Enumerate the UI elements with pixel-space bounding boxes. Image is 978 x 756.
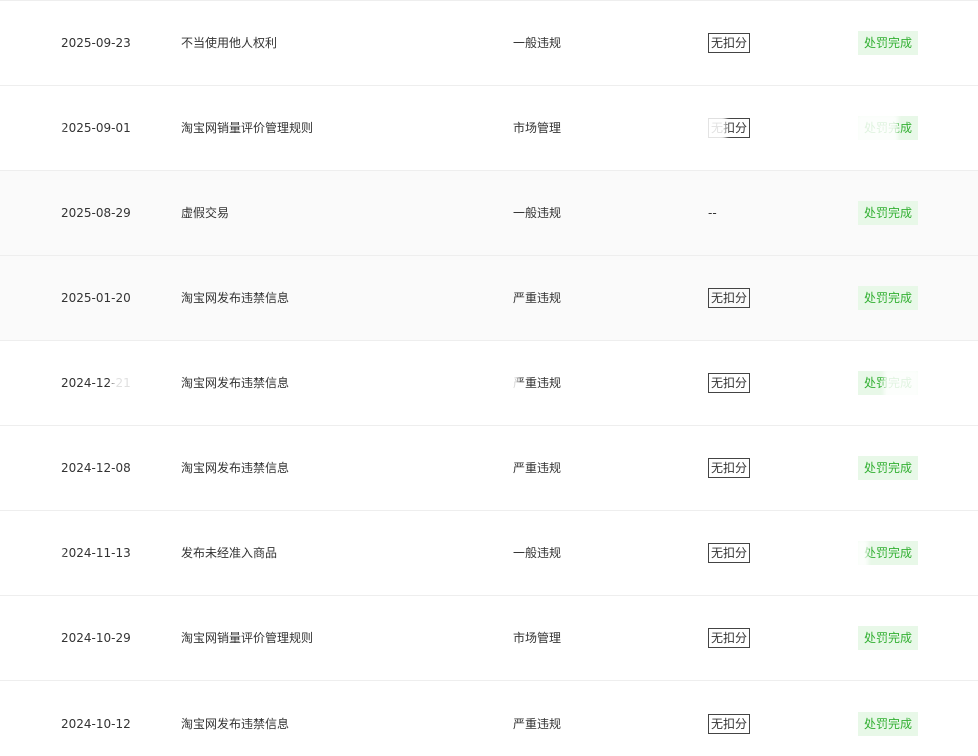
record-rule: 发布未经准入商品 (181, 546, 278, 560)
penalty-records-table: 2025-09-23 不当使用他人权利 一般违规 无扣分 处罚完成 2025-0… (0, 0, 978, 756)
record-status-cell: 处罚完成 (858, 256, 919, 340)
record-rule: 淘宝网发布违禁信息 (181, 291, 290, 305)
table-row: 2024-10-12 淘宝网发布违禁信息 严重违规 无扣分 处罚完成 (0, 681, 978, 756)
status-badge: 处罚完成 (858, 201, 919, 225)
status-badge: 处罚完成 (858, 31, 919, 55)
record-violation-type: 严重违规 (513, 716, 562, 731)
record-date: 2025-09-01 (61, 121, 131, 135)
table-row: 2025-08-29 虚假交易 一般违规 -- 处罚完成 (0, 171, 978, 256)
record-date: 2024-12-21 (61, 376, 131, 390)
table-row: 2025-09-23 不当使用他人权利 一般违规 无扣分 处罚完成 (0, 1, 978, 86)
record-violation-type: 一般违规 (513, 546, 562, 560)
record-status-cell: 处罚完成 (858, 426, 919, 510)
table-row: 2024-10-29 淘宝网销量评价管理规则 市场管理 无扣分 处罚完成 (0, 596, 978, 681)
points-tag: 无扣分 (708, 288, 751, 308)
record-violation-type: 一般违规 (513, 206, 562, 220)
record-date: 2025-09-23 (61, 36, 131, 50)
points-tag: 无扣分 (708, 118, 751, 138)
record-status-cell: 处罚完成 (858, 596, 919, 680)
record-points-cell: 无扣分 (708, 426, 751, 510)
record-date: 2024-10-12 (61, 716, 131, 731)
record-status-cell: 处罚完成 (858, 86, 919, 170)
record-rule: 淘宝网发布违禁信息 (181, 716, 290, 731)
blur-overlay (46, 541, 62, 565)
points-tag: 无扣分 (708, 543, 751, 563)
record-rule: 不当使用他人权利 (181, 36, 278, 50)
record-rule: 虚假交易 (181, 206, 230, 220)
record-status-cell: 处罚完成 (858, 341, 919, 425)
record-violation-type: 市场管理 (513, 121, 562, 135)
record-points-cell: 无扣分 (708, 1, 751, 85)
record-points-cell: -- (708, 171, 717, 255)
points-tag: 无扣分 (708, 628, 751, 648)
record-date: 2024-10-29 (61, 631, 131, 645)
record-violation-type: 严重违规 (513, 291, 562, 305)
blur-overlay (46, 116, 62, 140)
table-row: 2024-12-08 淘宝网发布违禁信息 严重违规 无扣分 处罚完成 (0, 426, 978, 511)
record-points-cell: 无扣分 (708, 511, 751, 595)
record-status-cell: 处罚完成 (858, 1, 919, 85)
record-violation-type: 市场管理 (513, 631, 562, 645)
points-tag: 无扣分 (708, 458, 751, 478)
status-badge: 处罚完成 (858, 371, 919, 395)
table-row: 2025-01-20 淘宝网发布违禁信息 严重违规 无扣分 处罚完成 (0, 256, 978, 341)
record-violation-type: 一般违规 (513, 36, 562, 50)
record-violation-type: 严重违规 (513, 376, 562, 390)
record-date: 2025-08-29 (61, 206, 131, 220)
points-tag: 无扣分 (708, 713, 751, 734)
record-rule: 淘宝网发布违禁信息 (181, 461, 290, 475)
status-badge: 处罚完成 (858, 286, 919, 310)
status-badge: 处罚完成 (858, 626, 919, 650)
record-date: 2025-01-20 (61, 291, 131, 305)
record-status-cell: 处罚完成 (858, 681, 919, 756)
record-rule: 淘宝网销量评价管理规则 (181, 631, 314, 645)
record-points-cell: 无扣分 (708, 341, 751, 425)
table-row: 2024-11-13 发布未经准入商品 一般违规 无扣分 处罚完成 (0, 511, 978, 596)
table-row: 2025-09-01 淘宝网销量评价管理规则 市场管理 无扣分 处罚完成 (0, 86, 978, 171)
points-dash: -- (708, 206, 717, 220)
record-rule: 淘宝网发布违禁信息 (181, 376, 290, 390)
status-badge: 处罚完成 (858, 116, 919, 140)
record-points-cell: 无扣分 (708, 596, 751, 680)
record-date: 2024-11-13 (61, 546, 131, 560)
record-points-cell: 无扣分 (708, 256, 751, 340)
record-points-cell: 无扣分 (708, 86, 751, 170)
record-status-cell: 处罚完成 (858, 511, 919, 595)
points-tag: 无扣分 (708, 373, 751, 393)
table-row: 2024-12-21 淘宝网发布违禁信息 严重违规 无扣分 处罚完成 (0, 341, 978, 426)
record-date: 2024-12-08 (61, 461, 131, 475)
record-rule: 淘宝网销量评价管理规则 (181, 121, 314, 135)
status-badge: 处罚完成 (858, 541, 919, 565)
record-status-cell: 处罚完成 (858, 171, 919, 255)
status-badge: 处罚完成 (858, 711, 919, 736)
points-tag: 无扣分 (708, 33, 751, 53)
record-points-cell: 无扣分 (708, 681, 751, 756)
status-badge: 处罚完成 (858, 456, 919, 480)
record-violation-type: 严重违规 (513, 461, 562, 475)
